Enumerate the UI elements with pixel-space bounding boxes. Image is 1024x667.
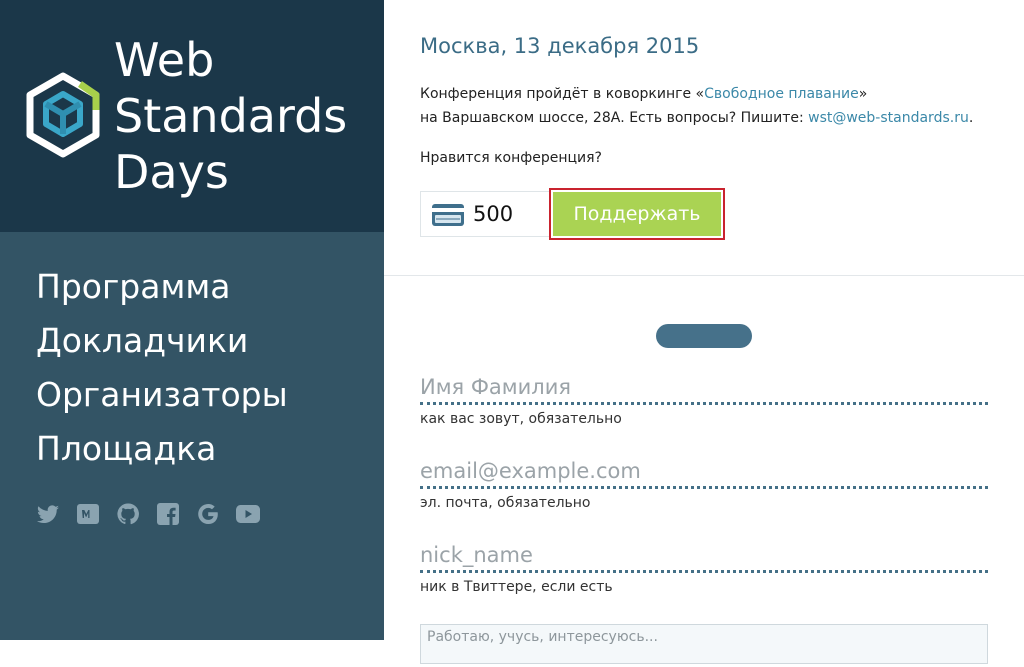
donation-amount-box[interactable] bbox=[420, 191, 550, 237]
name-field-group: как вас зовут, обязательно bbox=[420, 372, 988, 427]
brand-line-standards: Standards bbox=[114, 89, 348, 143]
nav-item-venue[interactable]: Площадка bbox=[36, 422, 288, 476]
nav-item-organizers[interactable]: Организаторы bbox=[36, 368, 288, 422]
facebook-icon[interactable] bbox=[156, 502, 180, 526]
support-button[interactable]: Поддержать bbox=[549, 188, 725, 240]
description-text: Конференция пройдёт в коворкинге « bbox=[420, 86, 705, 102]
event-date: Москва, 13 декабря 2015 bbox=[420, 34, 700, 58]
about-field bbox=[420, 624, 988, 664]
section-divider bbox=[384, 275, 1024, 276]
youtube-icon[interactable] bbox=[236, 502, 260, 526]
main-nav: Программа Докладчики Организаторы Площад… bbox=[36, 260, 288, 476]
sidebar: Web Standards Days Программа Докладчики … bbox=[0, 0, 384, 640]
nick-field-group: ник в Твиттере, если есть bbox=[420, 540, 988, 595]
description-text: на Варшавском шоссе, 28А. Есть вопросы? … bbox=[420, 110, 809, 126]
event-description: Конференция пройдёт в коворкинге «Свобод… bbox=[420, 82, 973, 130]
description-text: » bbox=[858, 86, 868, 102]
github-icon[interactable] bbox=[116, 502, 140, 526]
vk-icon[interactable] bbox=[76, 502, 100, 526]
nav-item-program[interactable]: Программа bbox=[36, 260, 288, 314]
brand-block[interactable]: Web Standards Days bbox=[0, 0, 384, 232]
name-input[interactable] bbox=[420, 372, 988, 405]
wsd-logo-icon bbox=[26, 72, 100, 158]
name-hint: как вас зовут, обязательно bbox=[420, 411, 622, 427]
brand-title: Web Standards Days bbox=[114, 32, 347, 200]
brand-line-days: Days bbox=[114, 145, 229, 199]
donation-amount-input[interactable] bbox=[473, 200, 543, 228]
nick-input[interactable] bbox=[420, 540, 988, 573]
description-text: . bbox=[968, 110, 974, 126]
nick-hint: ник в Твиттере, если есть bbox=[420, 579, 613, 595]
nav-item-speakers[interactable]: Докладчики bbox=[36, 314, 288, 368]
email-field-group: эл. почта, обязательно bbox=[420, 456, 988, 511]
description-line-2: на Варшавском шоссе, 28А. Есть вопросы? … bbox=[420, 106, 973, 130]
twitter-icon[interactable] bbox=[36, 502, 60, 526]
description-line-1: Конференция пройдёт в коворкинге «Свобод… bbox=[420, 82, 973, 106]
email-link[interactable]: wst@web-standards.ru bbox=[808, 110, 969, 126]
about-textarea[interactable] bbox=[421, 625, 987, 663]
email-hint: эл. почта, обязательно bbox=[420, 495, 591, 511]
social-links bbox=[36, 502, 260, 526]
brand-line-web: Web bbox=[114, 33, 215, 87]
credit-card-icon bbox=[432, 204, 464, 226]
like-question: Нравится конференция? bbox=[420, 150, 602, 166]
section-toggle-pill[interactable] bbox=[656, 324, 752, 348]
support-button-label: Поддержать bbox=[553, 192, 721, 236]
main-content: Москва, 13 декабря 2015 Конференция прой… bbox=[384, 0, 1024, 664]
venue-link[interactable]: Свободное плавание bbox=[704, 86, 859, 102]
google-icon[interactable] bbox=[196, 502, 220, 526]
email-input[interactable] bbox=[420, 456, 988, 489]
